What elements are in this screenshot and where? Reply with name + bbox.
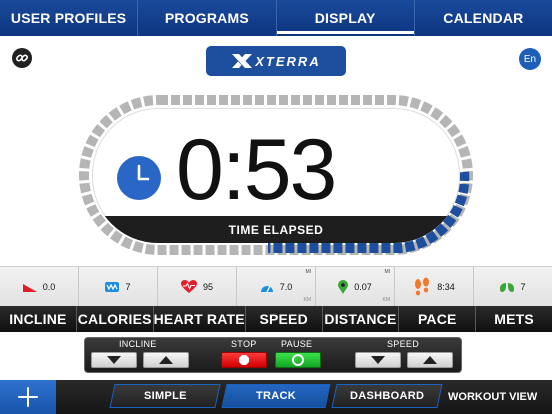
metric-mets[interactable]: 7 — [474, 267, 552, 306]
add-button[interactable] — [0, 380, 56, 414]
metric-speed[interactable]: MI 7.0 KM — [237, 267, 316, 306]
x-logo-icon — [232, 54, 253, 68]
unit-mi: MI — [384, 269, 390, 275]
tab-user-profiles[interactable]: USER PROFILES — [0, 0, 139, 36]
heart-icon — [180, 279, 197, 293]
location-pin-icon — [338, 279, 349, 294]
unit-km: KM — [303, 297, 312, 303]
label-calories: CALORIES — [77, 306, 154, 332]
pause-label: PAUSE — [281, 339, 313, 349]
view-tab-simple[interactable]: SIMPLE — [109, 384, 221, 408]
incline-icon — [22, 283, 37, 292]
metric-value: 0.07 — [354, 281, 372, 292]
triangle-up-icon — [159, 356, 173, 364]
label-distance: DISTANCE — [323, 306, 400, 332]
triangle-down-icon — [371, 356, 385, 364]
top-navigation: USER PROFILES PROGRAMS DISPLAY CALENDAR — [0, 0, 552, 36]
metric-incline[interactable]: 0.0 — [0, 267, 79, 306]
elapsed-time: 0:53 — [176, 122, 337, 218]
footprints-icon — [415, 277, 430, 295]
speedometer-icon — [260, 285, 273, 292]
incline-control-label: INCLINE — [119, 339, 157, 349]
calories-icon — [105, 281, 120, 292]
triangle-down-icon — [107, 356, 121, 364]
label-mets: METS — [494, 311, 534, 327]
timer-caption: TIME ELAPSED — [228, 222, 324, 237]
metric-pace[interactable]: 8:34 — [395, 267, 474, 306]
triangle-up-icon — [423, 356, 437, 364]
metric-heart-rate[interactable]: 95 — [158, 267, 237, 306]
view-tab-label: SIMPLE — [143, 390, 187, 402]
tab-programs[interactable]: PROGRAMS — [138, 0, 277, 36]
metric-value: 8:34 — [437, 281, 455, 292]
timer-caption-band: TIME ELAPSED — [92, 216, 460, 243]
stop-button[interactable] — [221, 352, 267, 368]
bottom-bar: SIMPLE TRACK DASHBOARD WORKOUT VIEW — [0, 380, 552, 414]
tab-display[interactable]: DISPLAY — [276, 0, 415, 36]
metric-value: 7 — [125, 281, 131, 292]
stop-label: STOP — [231, 339, 257, 349]
incline-up-button[interactable] — [143, 352, 189, 368]
incline-down-button[interactable] — [91, 352, 137, 368]
view-tab-dashboard[interactable]: DASHBOARD — [331, 384, 443, 408]
clock-icon — [117, 156, 161, 200]
plus-icon — [18, 387, 38, 407]
brand-logo: XTERRA — [206, 46, 346, 76]
metrics-row: 0.0 7 95 MI 7.0 KM MI 0.07 KM 8:34 7 — [0, 266, 552, 306]
pause-circle-icon — [292, 354, 304, 366]
label-heart-rate: HEART RATE — [154, 306, 246, 332]
unit-km: KM — [382, 297, 391, 303]
metric-value: 0.0 — [42, 281, 56, 292]
speed-down-button[interactable] — [355, 352, 401, 368]
pause-button[interactable] — [275, 352, 321, 368]
metric-calories[interactable]: 7 — [79, 267, 158, 306]
unit-mi: MI — [305, 269, 311, 275]
metric-value: 7 — [520, 281, 526, 292]
view-tab-label: DASHBOARD — [349, 390, 425, 402]
view-tab-label: TRACK — [256, 390, 296, 402]
language-button[interactable]: En — [519, 48, 541, 70]
speed-control-label: SPEED — [387, 339, 420, 349]
label-pace: PACE — [399, 306, 477, 332]
brand-name: XTERRA — [255, 53, 321, 69]
metric-labels-row: INCLINE CALORIES HEART RATE SPEED DISTAN… — [0, 306, 552, 332]
workout-view-label: WORKOUT VIEW — [448, 391, 538, 403]
metric-value: 7.0 — [279, 281, 293, 292]
link-icon[interactable] — [12, 48, 32, 68]
label-incline: INCLINE — [0, 306, 77, 332]
lungs-icon — [500, 281, 515, 292]
stop-octagon-icon — [239, 355, 249, 365]
label-speed: SPEED — [246, 306, 323, 332]
metric-value: 95 — [202, 281, 213, 292]
view-tab-track[interactable]: TRACK — [221, 384, 331, 408]
control-panel: INCLINE STOP PAUSE SPEED — [84, 337, 462, 373]
metric-distance[interactable]: MI 0.07 KM — [316, 267, 395, 306]
speed-up-button[interactable] — [407, 352, 453, 368]
tab-calendar[interactable]: CALENDAR — [415, 0, 552, 36]
